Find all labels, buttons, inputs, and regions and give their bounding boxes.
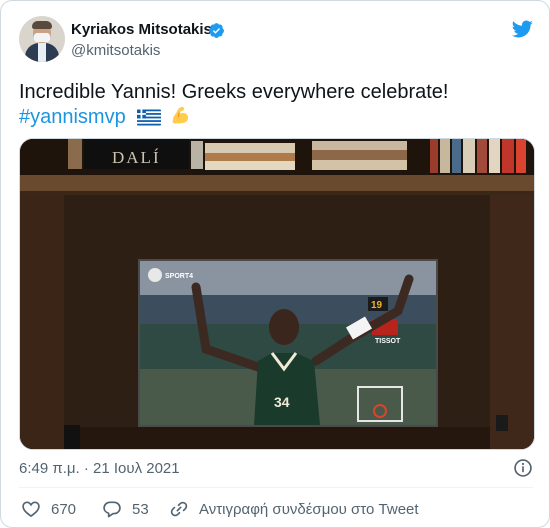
tweet-hashtag-line: #yannismvp (19, 104, 191, 129)
flexed-biceps-emoji-icon (172, 106, 188, 124)
author-avatar[interactable] (19, 16, 65, 62)
verified-badge-icon (209, 23, 224, 38)
tweet-card: Kyriakos Mitsotakis @kmitsotakis Incredi… (0, 0, 550, 528)
like-count: 670 (51, 500, 77, 518)
tweet-text: Incredible Yannis! Greeks everywhere cel… (19, 81, 449, 103)
like-button[interactable]: 670 (21, 497, 76, 521)
jersey-number: 34 (274, 394, 290, 410)
author-name[interactable]: Kyriakos Mitsotakis (71, 21, 212, 38)
scoreboard-value: 19 (371, 300, 383, 311)
sponsor-text: TISSOT (375, 338, 401, 345)
greek-flag-emoji-icon (137, 109, 162, 126)
reply-count: 53 (132, 500, 149, 518)
info-icon[interactable] (513, 458, 533, 478)
reply-button[interactable]: 53 (102, 497, 149, 521)
copy-link-label: Αντιγραφή συνδέσμου στο Tweet (199, 500, 419, 518)
book-title: DALÍ (112, 148, 161, 167)
link-icon (170, 501, 188, 517)
twitter-bird-icon[interactable] (510, 18, 534, 40)
heart-icon (22, 501, 40, 518)
action-divider (19, 487, 533, 488)
hashtag-link[interactable]: #yannismvp (19, 106, 126, 128)
author-handle[interactable]: @kmitsotakis (71, 42, 160, 59)
copy-link-button[interactable]: Αντιγραφή συνδέσμου στο Tweet (169, 497, 419, 521)
tweet-timestamp[interactable]: 6:49 π.μ. · 21 Ιουλ 2021 (19, 460, 180, 477)
tweet-photo[interactable]: DALÍ SPORT4 19 TISSOT 34 (19, 138, 535, 450)
channel-logo: SPORT4 (165, 273, 193, 280)
reply-bubble-icon (103, 501, 121, 518)
